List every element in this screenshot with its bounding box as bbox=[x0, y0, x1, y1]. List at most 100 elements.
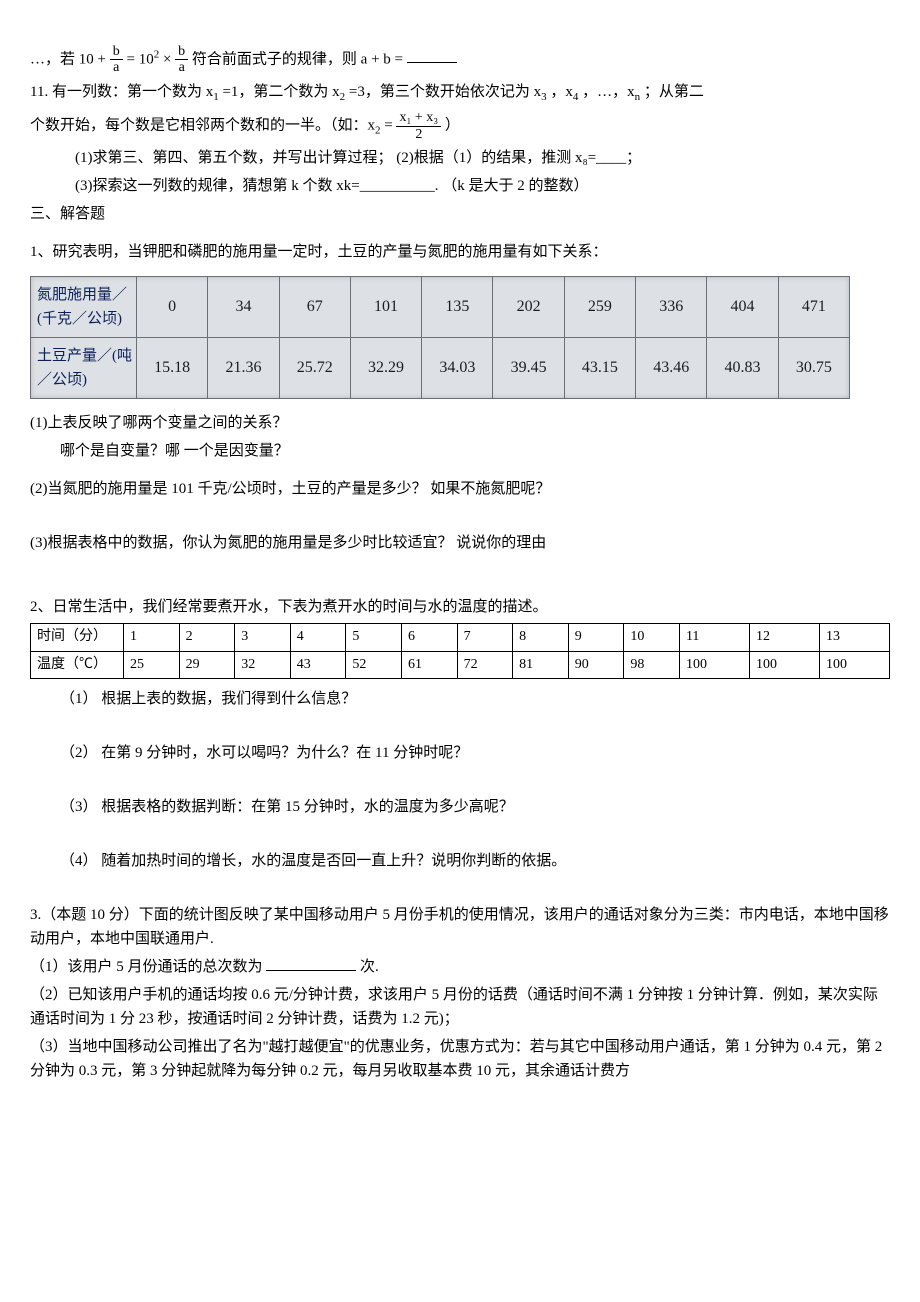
p1-q2: (2)当氮肥的施用量是 101 千克/公顷时，土豆的产量是多少？ 如果不施氮肥呢… bbox=[30, 477, 890, 501]
cell: 202 bbox=[493, 277, 564, 338]
sup2: 2 bbox=[154, 48, 160, 60]
cell: 135 bbox=[422, 277, 493, 338]
cell: 98 bbox=[624, 651, 680, 678]
p1-q3: (3)根据表格中的数据，你认为氮肥的施用量是多少时比较适宜？ 说说你的理由 bbox=[30, 531, 890, 555]
section-3-heading: 三、解答题 bbox=[30, 202, 890, 226]
cell: 11 bbox=[679, 624, 749, 651]
potato-table: 氮肥施用量／(千克／公顷) 0 34 67 101 135 202 259 33… bbox=[30, 276, 850, 399]
cell: 471 bbox=[778, 277, 849, 338]
q11-sub1: (1)求第三、第四、第五个数，并写出计算过程； (2)根据（1）的结果，推测 x… bbox=[30, 146, 890, 170]
cell: 61 bbox=[401, 651, 457, 678]
p3-s3: （3）当地中国移动公司推出了名为"越打越便宜"的优惠业务，优惠方式为：若与其它中… bbox=[30, 1035, 890, 1083]
q11-line1: 11. 有一列数：第一个数为 x1 =1，第二个数为 x2 =3，第三个数开始依… bbox=[30, 80, 890, 107]
t: ） bbox=[445, 118, 460, 134]
cell: 3 bbox=[235, 624, 291, 651]
cell: 25 bbox=[124, 651, 180, 678]
p3-s1b: 次. bbox=[360, 959, 379, 975]
p1-title: 1、研究表明，当钾肥和磷肥的施用量一定时，土豆的产量与氮肥的施用量有如下关系： bbox=[30, 240, 890, 264]
frac-num: x₁ + x₃ bbox=[396, 110, 441, 126]
p3-s1a: （1）该用户 5 月份通话的总次数为 bbox=[30, 959, 263, 975]
q10-pre: …，若 bbox=[30, 51, 75, 67]
blank bbox=[407, 47, 457, 63]
q11-sub2: (3)探索这一列数的规律，猜想第 k 个数 xk=__________. （k … bbox=[30, 174, 890, 198]
cell: 7 bbox=[457, 624, 513, 651]
p2-s3: （3） 根据表格的数据判断：在第 15 分钟时，水的温度为多少高呢？ bbox=[30, 795, 890, 819]
t: ，x bbox=[550, 84, 573, 100]
cell: 1 bbox=[124, 624, 180, 651]
q10-frac2: b a bbox=[175, 44, 188, 76]
cell: 43 bbox=[290, 651, 346, 678]
r1-label: 时间（分） bbox=[31, 624, 124, 651]
cell: 259 bbox=[564, 277, 635, 338]
cell: 100 bbox=[679, 651, 749, 678]
cell: 10 bbox=[624, 624, 680, 651]
frac-num: b bbox=[175, 44, 188, 60]
table-row: 温度（℃） 25 29 32 43 52 61 72 81 90 98 100 … bbox=[31, 651, 890, 678]
cell: 101 bbox=[350, 277, 421, 338]
cell: 32 bbox=[235, 651, 291, 678]
r2-label: 温度（℃） bbox=[31, 651, 124, 678]
table-row: 氮肥施用量／(千克／公顷) 0 34 67 101 135 202 259 33… bbox=[31, 277, 850, 338]
cell: 0 bbox=[137, 277, 208, 338]
t: =1，第二个数为 x bbox=[222, 84, 339, 100]
cell: 43.15 bbox=[564, 338, 635, 399]
cell: 336 bbox=[636, 277, 707, 338]
cell: 34.03 bbox=[422, 338, 493, 399]
cell: 12 bbox=[749, 624, 819, 651]
q11-line2: 个数开始，每个数是它相邻两个数和的一半。（如：x2 = x₁ + x₃ 2 ） bbox=[30, 110, 890, 142]
q10-line: …，若 10 + b a = 102 × b a 符合前面式子的规律，则 a +… bbox=[30, 44, 890, 76]
cell: 100 bbox=[749, 651, 819, 678]
cell: 4 bbox=[290, 624, 346, 651]
blank bbox=[266, 955, 356, 971]
cell: 39.45 bbox=[493, 338, 564, 399]
cell: 21.36 bbox=[208, 338, 279, 399]
cell: 2 bbox=[179, 624, 235, 651]
cell: 90 bbox=[568, 651, 624, 678]
t: ；从第二 bbox=[644, 84, 704, 100]
cell: 29 bbox=[179, 651, 235, 678]
table-row: 土豆产量／(吨／公顷) 15.18 21.36 25.72 32.29 34.0… bbox=[31, 338, 850, 399]
cell: 6 bbox=[401, 624, 457, 651]
cell: 43.46 bbox=[636, 338, 707, 399]
row2-label: 土豆产量／(吨／公顷) bbox=[31, 338, 137, 399]
cell: 25.72 bbox=[279, 338, 350, 399]
cell: 100 bbox=[819, 651, 889, 678]
cell: 72 bbox=[457, 651, 513, 678]
q11-frac: x₁ + x₃ 2 bbox=[396, 110, 441, 142]
p2-s4: （4） 随着加热时间的增长，水的温度是否回一直上升？说明你判断的依据。 bbox=[30, 849, 890, 873]
cell: 15.18 bbox=[137, 338, 208, 399]
p3-s2: （2）已知该用户手机的通话均按 0.6 元/分钟计费，求该用户 5 月份的话费（… bbox=[30, 983, 890, 1031]
cell: 81 bbox=[513, 651, 569, 678]
water-table: 时间（分） 1 2 3 4 5 6 7 8 9 10 11 12 13 温度（℃… bbox=[30, 623, 890, 679]
q10-tail: 符合前面式子的规律，则 a + b = bbox=[192, 51, 403, 67]
cell: 34 bbox=[208, 277, 279, 338]
p2-title: 2、日常生活中，我们经常要煮开水，下表为煮开水的时间与水的温度的描述。 bbox=[30, 595, 890, 619]
cell: 32.29 bbox=[350, 338, 421, 399]
t: ，…，x bbox=[582, 84, 635, 100]
frac-den: 2 bbox=[396, 127, 441, 142]
p1-q1a: (1)上表反映了哪两个变量之间的关系？ bbox=[30, 411, 890, 435]
q10-frac1: b a bbox=[110, 44, 123, 76]
t: =3，第三个数开始依次记为 x bbox=[349, 84, 541, 100]
q10-mid: = 10 bbox=[126, 51, 153, 67]
cell: 5 bbox=[346, 624, 402, 651]
p2-s2: （2） 在第 9 分钟时，水可以喝吗？为什么？在 11 分钟时呢？ bbox=[30, 741, 890, 765]
p3-title: 3.（本题 10 分）下面的统计图反映了某中国移动用户 5 月份手机的使用情况，… bbox=[30, 903, 890, 951]
row1-label: 氮肥施用量／(千克／公顷) bbox=[31, 277, 137, 338]
frac-num: b bbox=[110, 44, 123, 60]
cell: 67 bbox=[279, 277, 350, 338]
cell: 52 bbox=[346, 651, 402, 678]
frac-den: a bbox=[110, 60, 123, 75]
table-row: 时间（分） 1 2 3 4 5 6 7 8 9 10 11 12 13 bbox=[31, 624, 890, 651]
cell: 404 bbox=[707, 277, 778, 338]
cell: 13 bbox=[819, 624, 889, 651]
frac-den: a bbox=[175, 60, 188, 75]
q10-lhs: 10 + bbox=[79, 51, 106, 67]
cell: 40.83 bbox=[707, 338, 778, 399]
q10-times: × bbox=[163, 51, 171, 67]
t: = bbox=[384, 118, 392, 134]
cell: 9 bbox=[568, 624, 624, 651]
t: 11. 有一列数：第一个数为 x bbox=[30, 84, 213, 100]
p1-q1b: 哪个是自变量？哪 一个是因变量？ bbox=[30, 439, 890, 463]
p2-s1: （1） 根据上表的数据，我们得到什么信息？ bbox=[30, 687, 890, 711]
